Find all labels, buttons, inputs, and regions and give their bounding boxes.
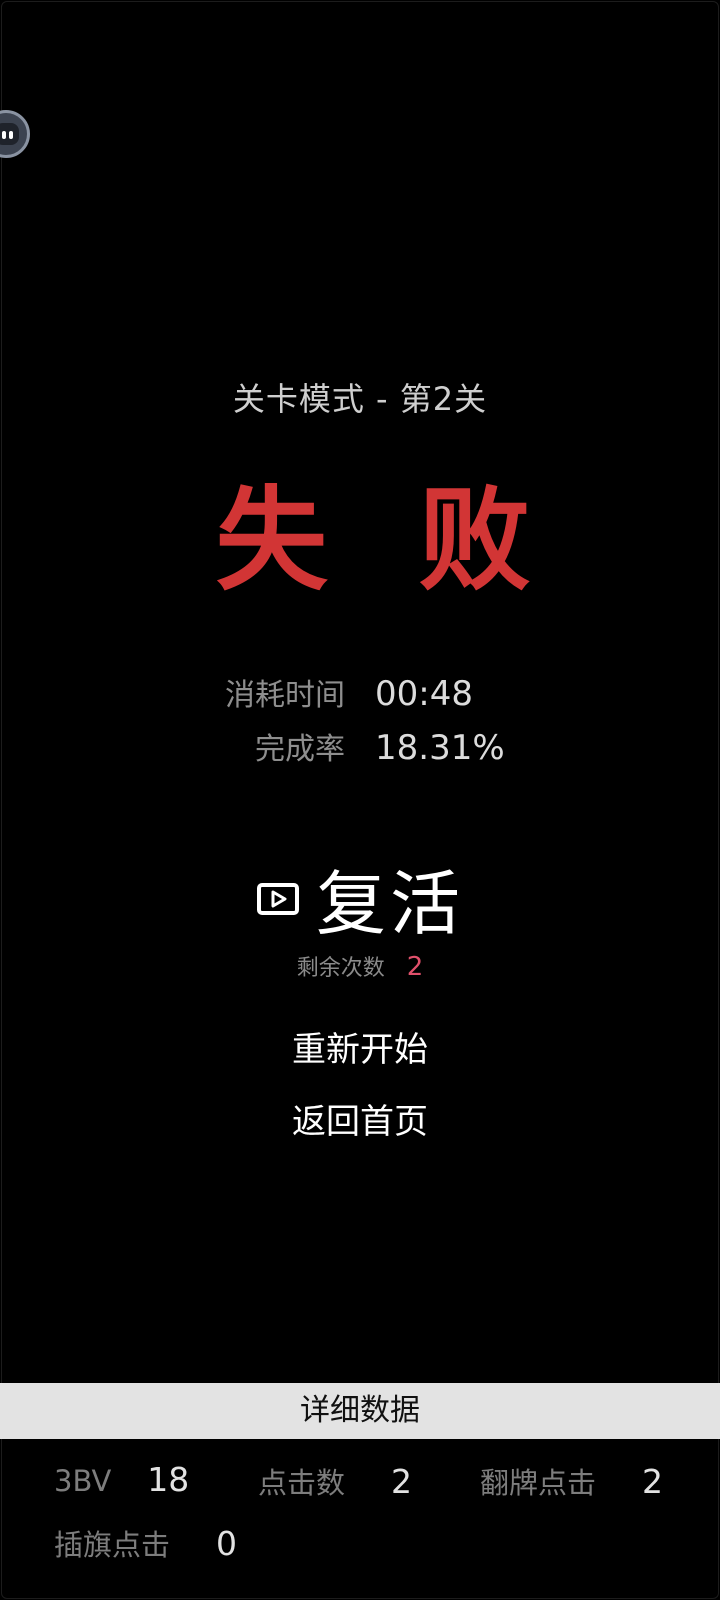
detail-value-flag-clicks: 0 (216, 1524, 238, 1563)
remaining-label: 剩余次数 (296, 956, 385, 981)
stat-row-time: 消耗时间 00:48 (0, 670, 720, 714)
stat-row-completion: 完成率 18.31% (0, 724, 720, 768)
video-ad-icon (257, 882, 299, 915)
details-header[interactable]: 详细数据 (0, 1383, 720, 1439)
detail-item-flag-clicks: 插旗点击 0 (54, 1522, 237, 1564)
detail-value-reveal-clicks: 2 (642, 1462, 664, 1501)
result-title: 失 败 (215, 476, 557, 606)
remaining-count: 2 (406, 952, 424, 982)
home-button[interactable]: 返回首页 (0, 1094, 720, 1143)
detail-item-reveal-clicks: 翻牌点击 2 (480, 1460, 663, 1502)
screen-frame (1, 1, 719, 1599)
detail-item-clicks: 点击数 2 (258, 1460, 412, 1502)
detail-item-3bv: 3BV 18 (54, 1460, 189, 1499)
stat-value-completion: 18.31% (375, 728, 505, 768)
assistant-eye-left (2, 131, 6, 139)
detail-label-3bv: 3BV (54, 1464, 112, 1498)
detail-label-flag-clicks: 插旗点击 (54, 1528, 171, 1562)
floating-assistant-button[interactable] (0, 110, 30, 158)
mode-title: 关卡模式 - 第2关 (232, 380, 488, 418)
detail-label-clicks: 点击数 (258, 1466, 346, 1500)
detail-value-3bv: 18 (147, 1460, 190, 1499)
stat-value-time: 00:48 (375, 674, 473, 714)
detail-value-clicks: 2 (391, 1462, 413, 1501)
revive-label: 复活 (316, 863, 464, 945)
revive-button[interactable]: 复活 (0, 848, 720, 949)
revive-remaining: 剩余次数 2 (0, 950, 720, 982)
assistant-eye-right (9, 131, 13, 139)
assistant-bubble-icon (0, 123, 19, 145)
stat-label-time: 消耗时间 (225, 678, 345, 713)
restart-button[interactable]: 重新开始 (0, 1022, 720, 1071)
detail-label-reveal-clicks: 翻牌点击 (480, 1466, 597, 1500)
stat-label-completion: 完成率 (255, 732, 345, 767)
